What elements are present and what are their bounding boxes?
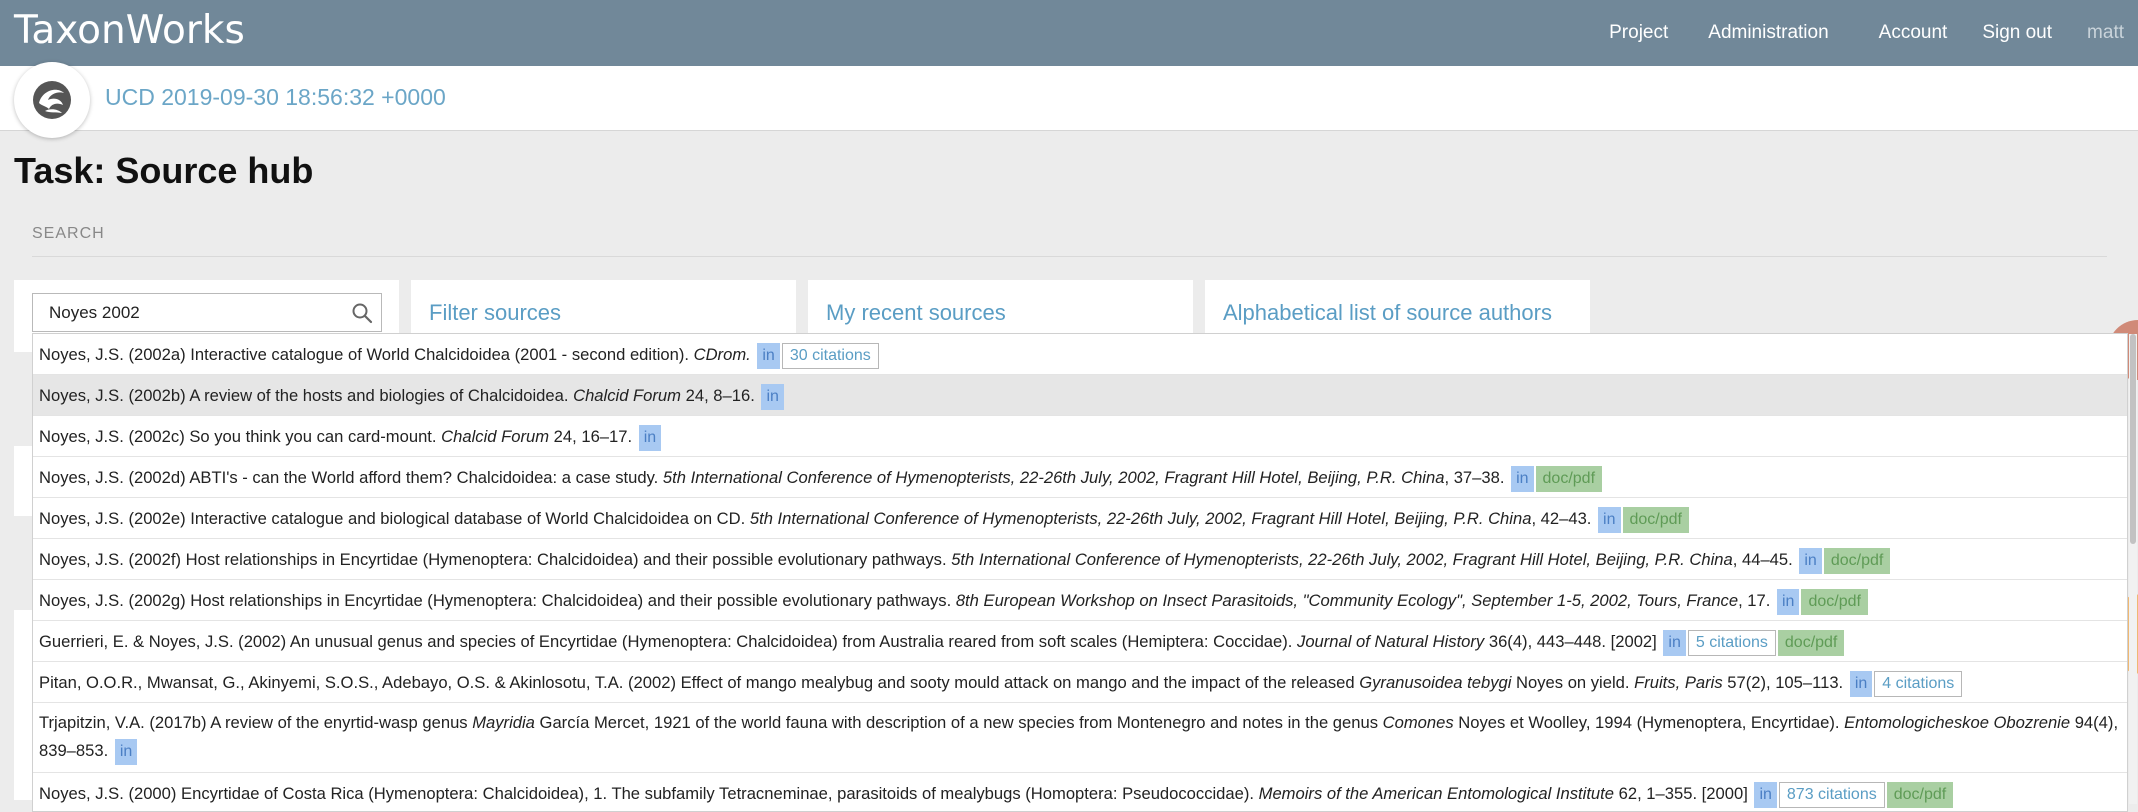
result-citation-text: García Mercet, 1921 of the world fauna w… (534, 713, 1383, 732)
result-citation-tail: 57(2), 105–113. (1722, 673, 1844, 692)
result-citation-text: Noyes, J.S. (2002g) Host relationships i… (39, 591, 956, 610)
taxonworks-logo-icon[interactable] (14, 62, 90, 138)
result-citation-tail: 24, 8–16. (681, 386, 755, 405)
result-citation-text: Trjapitzin, V.A. (2017b) A review of the… (39, 713, 473, 732)
nav-sign-out-link[interactable]: Sign out (1982, 22, 2052, 44)
result-species-name: Gyranusoidea tebygi (1359, 673, 1512, 692)
result-citation-tail: , 44–45. (1732, 550, 1793, 569)
in-project-badge: in (757, 342, 780, 369)
result-citation-tail: 24, 16–17. (549, 427, 633, 446)
result-row[interactable]: Noyes, J.S. (2002c) So you think you can… (33, 416, 2127, 457)
result-citation-text: Noyes et Woolley, 1994 (Hymenoptera, Enc… (1453, 713, 1845, 732)
citations-count-badge[interactable]: 873 citations (1778, 781, 1885, 808)
doc-pdf-badge[interactable]: doc/pdf (1622, 506, 1689, 533)
results-scrollbar[interactable] (2129, 334, 2137, 804)
result-journal: Memoirs of the American Entomological In… (1258, 784, 1615, 803)
result-row[interactable]: Guerrieri, E. & Noyes, J.S. (2002) An un… (33, 621, 2127, 662)
result-row[interactable]: Pitan, O.O.R., Mwansat, G., Akinyemi, S.… (33, 662, 2127, 703)
doc-pdf-badge[interactable]: doc/pdf (1886, 781, 1954, 808)
in-project-badge: in (1663, 629, 1686, 656)
result-row[interactable]: Noyes, J.S. (2002f) Host relationships i… (33, 539, 2127, 580)
result-journal: Journal of Natural History (1297, 632, 1485, 651)
nav-project-link[interactable]: Project (1609, 22, 1668, 44)
result-citation-text: Noyes, J.S. (2002e) Interactive catalogu… (39, 509, 750, 528)
top-nav-bar: TaxonWorks Project Administration Accoun… (0, 0, 2138, 66)
nav-administration-link[interactable]: Administration (1708, 22, 1828, 44)
in-project-badge: in (1849, 670, 1873, 697)
doc-pdf-badge[interactable]: doc/pdf (1823, 547, 1891, 574)
in-project-badge: in (1799, 547, 1822, 574)
top-nav-links: Project Administration Account Sign out … (1609, 0, 2138, 66)
result-genus-name: Mayridia (472, 713, 535, 732)
search-icon[interactable] (351, 302, 373, 324)
project-name[interactable]: UCD 2019-09-30 18:56:32 +0000 (105, 84, 446, 111)
page-title: Task: Source hub (14, 150, 314, 191)
result-journal: Chalcid Forum (573, 386, 681, 405)
nav-account-link[interactable]: Account (1879, 22, 1948, 44)
result-citation-tail: 62, 1–355. [2000] (1614, 784, 1748, 803)
source-search-input[interactable] (34, 295, 334, 330)
nav-user-name[interactable]: matt (2087, 22, 2124, 44)
citations-count-badge[interactable]: 30 citations (781, 342, 879, 369)
result-citation-text: Noyes, J.S. (2002b) A review of the host… (39, 386, 574, 405)
result-journal: CDrom. (693, 345, 751, 364)
result-citation-text: Guerrieri, E. & Noyes, J.S. (2002) An un… (39, 632, 1298, 651)
result-citation-text: Noyes, J.S. (2002a) Interactive catalogu… (39, 345, 694, 364)
result-citation-text: Noyes, J.S. (2002c) So you think you can… (39, 427, 442, 446)
in-project-badge: in (1511, 465, 1534, 492)
section-divider (32, 256, 2107, 257)
result-citation-tail: , 17. (1738, 591, 1771, 610)
result-citation-text: Noyes, J.S. (2002d) ABTI's - can the Wor… (39, 468, 663, 487)
result-citation-text: Noyes, J.S. (2000) Encyrtidae of Costa R… (39, 784, 1259, 803)
result-row[interactable]: Noyes, J.S. (2002d) ABTI's - can the Wor… (33, 457, 2127, 498)
doc-pdf-badge[interactable]: doc/pdf (1535, 465, 1603, 492)
in-project-badge: in (1754, 781, 1777, 808)
filter-sources-link[interactable]: Filter sources (429, 300, 561, 326)
result-row[interactable]: Trjapitzin, V.A. (2017b) A review of the… (33, 703, 2127, 773)
scrollbar-thumb[interactable] (2130, 334, 2136, 544)
result-journal: 5th International Conference of Hymenopt… (951, 550, 1733, 569)
in-project-badge: in (761, 383, 784, 410)
in-project-badge: in (1777, 588, 1800, 615)
doc-pdf-badge[interactable]: doc/pdf (1801, 588, 1868, 615)
result-citation-tail: 36(4), 443–448. [2002] (1484, 632, 1657, 651)
recent-sources-link[interactable]: My recent sources (826, 300, 1006, 326)
result-journal: 8th European Workshop on Insect Parasito… (955, 591, 1739, 610)
doc-pdf-badge[interactable]: doc/pdf (1777, 629, 1845, 656)
search-results-dropdown: Noyes, J.S. (2002a) Interactive catalogu… (32, 333, 2128, 812)
result-citation-text: Pitan, O.O.R., Mwansat, G., Akinyemi, S.… (39, 673, 1360, 692)
in-project-badge: in (638, 424, 662, 451)
logo-glyph-icon (33, 81, 71, 119)
source-authors-link[interactable]: Alphabetical list of source authors (1223, 300, 1552, 326)
result-citation-tail: , 37–38. (1444, 468, 1505, 487)
result-journal: Fruits, Paris (1634, 673, 1723, 692)
result-row[interactable]: Noyes, J.S. (2000) Encyrtidae of Costa R… (33, 773, 2127, 811)
result-row[interactable]: Noyes, J.S. (2002e) Interactive catalogu… (33, 498, 2127, 539)
result-journal: Entomologicheskoe Obozrenie (1844, 713, 2071, 732)
result-citation-text: Noyes, J.S. (2002f) Host relationships i… (39, 550, 952, 569)
search-section-label: SEARCH (32, 225, 105, 242)
in-project-badge: in (114, 738, 138, 765)
citations-count-badge[interactable]: 5 citations (1687, 629, 1776, 656)
result-journal: Chalcid Forum (441, 427, 550, 446)
citations-count-badge[interactable]: 4 citations (1874, 670, 1963, 697)
result-row[interactable]: Noyes, J.S. (2002g) Host relationships i… (33, 580, 2127, 621)
result-row[interactable]: Noyes, J.S. (2002b) A review of the host… (33, 375, 2127, 416)
result-genus-name: Comones (1382, 713, 1454, 732)
result-citation-text: Noyes on yield. (1511, 673, 1635, 692)
app-brand[interactable]: TaxonWorks (14, 8, 245, 53)
result-citation-tail: , 42–43. (1531, 509, 1592, 528)
in-project-badge: in (1598, 506, 1621, 533)
result-journal: 5th International Conference of Hymenopt… (662, 468, 1445, 487)
source-search-box (32, 293, 382, 332)
result-row[interactable]: Noyes, J.S. (2002a) Interactive catalogu… (33, 334, 2127, 375)
result-journal: 5th International Conference of Hymenopt… (749, 509, 1532, 528)
